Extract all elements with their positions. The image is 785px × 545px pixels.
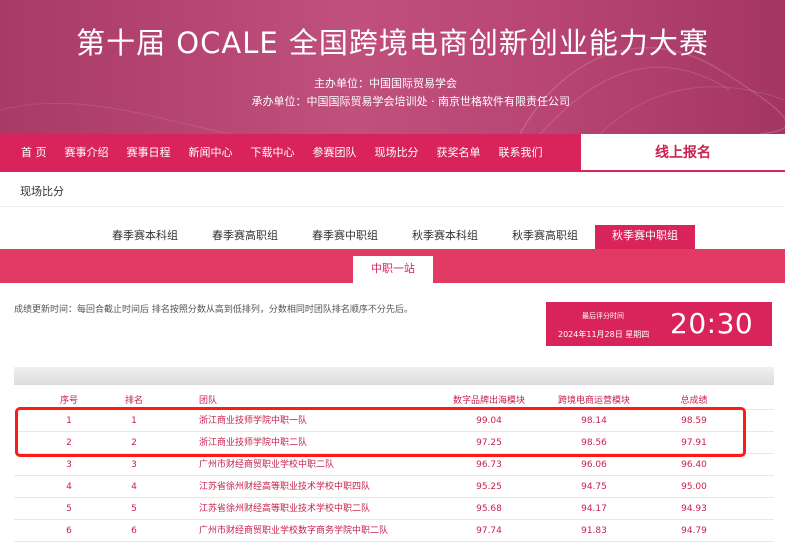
cell-seq: 4 — [66, 482, 72, 492]
cell-total: 95.00 — [681, 482, 707, 492]
organizer-text: 承办单位：中国国际贸易学会培训处 · 南京世格软件有限责任公司 — [251, 95, 571, 108]
nav-schedule[interactable]: 赛事日程 — [118, 134, 180, 172]
banner-title: 第十届 OCALE 全国跨境电商创新创业能力大赛 — [76, 26, 709, 60]
cell-total: 94.79 — [681, 526, 707, 536]
table-header-bar — [14, 367, 774, 385]
header-banner: 第十届 OCALE 全国跨境电商创新创业能力大赛 主办单位：中国国际贸易学会 承… — [0, 0, 785, 134]
cell-team: 广州市财经商贸职业学校数字商务学院中职二队 — [199, 526, 389, 536]
table-row: 5 5 江苏省徐州财经高等职业技术学校中职二队 95.68 94.17 94.9… — [14, 498, 774, 520]
nav-teams[interactable]: 参赛团队 — [304, 134, 366, 172]
update-note: 成绩更新时间：每回合截止时间后 排名按照分数从高到低排列，分数相同时团队排名顺序… — [14, 305, 413, 315]
table-row: 3 3 广州市财经商贸职业学校中职二队 96.73 96.06 96.40 — [14, 454, 774, 476]
cell-team: 江苏省徐州财经高等职业技术学校中职四队 — [199, 482, 371, 492]
page-title: 现场比分 — [20, 185, 64, 198]
banner-organizers: 主办单位：中国国际贸易学会 承办单位：中国国际贸易学会培训处 · 南京世格软件有… — [230, 75, 571, 111]
cell-brand-score: 96.73 — [476, 460, 502, 470]
nav-intro[interactable]: 赛事介绍 — [56, 134, 118, 172]
table-row: 6 6 广州市财经商贸职业学校数字商务学院中职二队 97.74 91.83 94… — [14, 520, 774, 542]
nav-contact[interactable]: 联系我们 — [490, 134, 552, 172]
cell-operation-score: 91.83 — [581, 526, 607, 536]
cell-brand-score: 95.68 — [476, 504, 502, 514]
cell-team: 广州市财经商贸职业学校中职二队 — [199, 460, 335, 470]
highlight-box — [15, 407, 746, 457]
cell-total: 94.93 — [681, 504, 707, 514]
divider — [0, 206, 785, 207]
cell-rank: 6 — [131, 526, 137, 536]
cell-operation-score: 94.75 — [581, 482, 607, 492]
table-row: 4 4 江苏省徐州财经高等职业技术学校中职四队 95.25 94.75 95.0… — [14, 476, 774, 498]
cell-rank: 5 — [131, 504, 137, 514]
cell-brand-score: 95.25 — [476, 482, 502, 492]
nav-news[interactable]: 新闻中心 — [180, 134, 242, 172]
tab-spring-vocational-college[interactable]: 春季赛高职组 — [195, 225, 295, 249]
nav-live-score[interactable]: 现场比分 — [366, 134, 428, 172]
tab-autumn-undergrad[interactable]: 秋季赛本科组 — [395, 225, 495, 249]
cell-seq: 3 — [66, 460, 72, 470]
host-text: 主办单位：中国国际贸易学会 — [314, 77, 457, 90]
group-tabs: 春季赛本科组 春季赛高职组 春季赛中职组 秋季赛本科组 秋季赛高职组 秋季赛中职… — [95, 225, 695, 249]
cell-team: 江苏省徐州财经高等职业技术学校中职二队 — [199, 504, 371, 514]
tab-autumn-secondary[interactable]: 秋季赛中职组 — [595, 225, 695, 249]
cell-rank: 3 — [131, 460, 137, 470]
online-signup-button[interactable]: 线上报名 — [581, 134, 785, 172]
tab-spring-secondary[interactable]: 春季赛中职组 — [295, 225, 395, 249]
time-label: 最后评分时间 — [582, 312, 624, 320]
last-score-time-box: 最后评分时间 2024年11月28日 星期四 20:30 — [546, 302, 772, 346]
tab-spring-undergrad[interactable]: 春季赛本科组 — [95, 225, 195, 249]
cell-total: 96.40 — [681, 460, 707, 470]
time-clock: 20:30 — [670, 307, 754, 340]
nav-download[interactable]: 下载中心 — [242, 134, 304, 172]
cell-seq: 5 — [66, 504, 72, 514]
time-date: 2024年11月28日 星期四 — [558, 330, 650, 339]
nav-home[interactable]: 首 页 — [12, 134, 56, 172]
subtab-station-1[interactable]: 中职一站 — [353, 256, 433, 283]
cell-brand-score: 97.74 — [476, 526, 502, 536]
cell-operation-score: 96.06 — [581, 460, 607, 470]
cell-rank: 4 — [131, 482, 137, 492]
tab-autumn-vocational-college[interactable]: 秋季赛高职组 — [495, 225, 595, 249]
nav-awards[interactable]: 获奖名单 — [428, 134, 490, 172]
cell-operation-score: 94.17 — [581, 504, 607, 514]
cell-seq: 6 — [66, 526, 72, 536]
